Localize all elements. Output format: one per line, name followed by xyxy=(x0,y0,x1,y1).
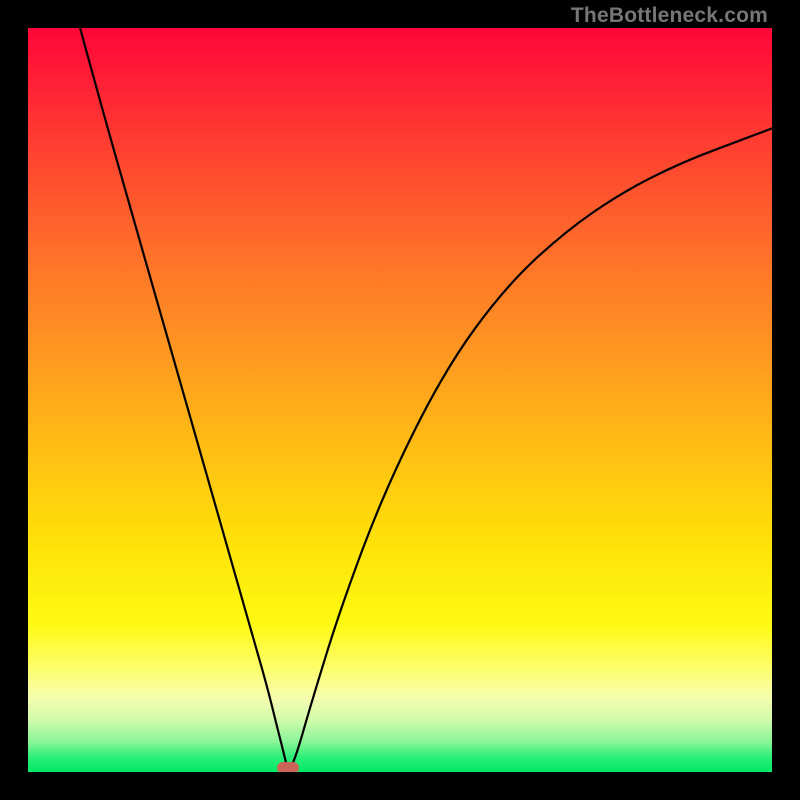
plot-area xyxy=(28,28,772,772)
optimum-marker xyxy=(277,762,299,772)
bottleneck-curve xyxy=(28,28,772,772)
chart-frame: TheBottleneck.com xyxy=(0,0,800,800)
watermark-text: TheBottleneck.com xyxy=(571,4,768,28)
